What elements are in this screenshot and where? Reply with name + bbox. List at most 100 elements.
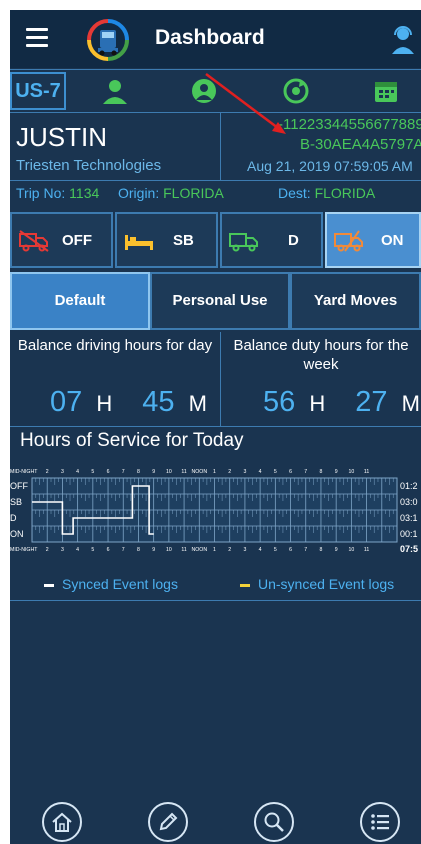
hour-label-bottom: 5 bbox=[274, 547, 277, 553]
hour-label-bottom: 3 bbox=[61, 547, 64, 553]
hour-label-bottom: 11 bbox=[181, 547, 186, 553]
duty-off-label: OFF bbox=[62, 232, 92, 249]
edit-button[interactable] bbox=[148, 802, 188, 842]
hour-label-bottom: 8 bbox=[320, 547, 323, 553]
divider bbox=[220, 112, 221, 180]
trip-label: Trip No: bbox=[16, 185, 66, 201]
duty-status-row: OFF SB D ON bbox=[10, 210, 421, 270]
trip-info: Trip No: 1134 Origin: FLORIDA Dest: FLOR… bbox=[10, 181, 421, 207]
synced-legend-label: Synced Event logs bbox=[62, 576, 178, 592]
dest-label: Dest: bbox=[278, 185, 311, 201]
hour-label-top: 8 bbox=[320, 469, 323, 475]
balance-duty: Balance duty hours for the week 56 H 27 … bbox=[221, 332, 421, 426]
hour-label-top: 10 bbox=[166, 469, 172, 475]
truck-on-duty-icon bbox=[334, 230, 363, 252]
hour-label-bottom: 10 bbox=[166, 547, 172, 553]
duty-on-label: ON bbox=[381, 232, 404, 249]
support-agent-icon[interactable] bbox=[390, 24, 416, 54]
hour-label-bottom: 9 bbox=[152, 547, 155, 553]
hour-label-top: 6 bbox=[107, 469, 110, 475]
row-label: ON bbox=[10, 529, 24, 539]
co-driver-icon[interactable] bbox=[190, 78, 218, 104]
hour-label-top: 11 bbox=[364, 469, 369, 475]
truck-driving-icon bbox=[229, 233, 258, 252]
total-hours: 07:5 bbox=[400, 544, 418, 554]
row-label: SB bbox=[10, 497, 22, 507]
hour-label-bottom: 8 bbox=[137, 547, 140, 553]
list-icon bbox=[371, 814, 389, 830]
device-id: -11223344556677889 bbox=[278, 116, 421, 133]
truck-off-icon bbox=[19, 230, 49, 252]
home-button[interactable] bbox=[42, 802, 82, 842]
unsynced-legend-swatch bbox=[240, 583, 250, 587]
hour-label-top: 3 bbox=[243, 469, 246, 475]
dashboard-screen: Dashboard US-7 JUSTIN Triesten Technolog… bbox=[10, 10, 421, 844]
hour-label-bottom: 6 bbox=[107, 547, 110, 553]
mode-personal-use-button[interactable]: Personal Use bbox=[150, 272, 290, 330]
hos-rule-button[interactable]: US-7 bbox=[10, 72, 66, 110]
hour-label-top: 6 bbox=[289, 469, 292, 475]
timestamp: Aug 21, 2019 07:59:05 AM bbox=[247, 158, 413, 174]
synced-legend-swatch bbox=[44, 583, 54, 587]
duty-off-button[interactable]: OFF bbox=[10, 212, 113, 268]
hos-legend: Synced Event logs Un-synced Event logs bbox=[10, 570, 421, 601]
unsynced-legend-label: Un-synced Event logs bbox=[258, 576, 395, 592]
row-total: 03:0 bbox=[400, 497, 418, 507]
trip-number: 1134 bbox=[69, 185, 100, 201]
duty-d-button[interactable]: D bbox=[220, 212, 323, 268]
calendar-icon[interactable] bbox=[372, 78, 400, 104]
hour-label-top: MID-NIGHT bbox=[10, 469, 38, 475]
balance-hours: Balance driving hours for day 07 H 45 M … bbox=[10, 332, 421, 427]
hour-label-bottom: 2 bbox=[228, 547, 231, 553]
bed-icon bbox=[125, 235, 153, 250]
driver-icon[interactable] bbox=[101, 78, 129, 104]
hour-label-bottom: 10 bbox=[348, 547, 354, 553]
balance-duty-value: 56 H 27 M bbox=[263, 386, 420, 419]
duty-d-label: D bbox=[288, 232, 299, 249]
hour-label-bottom: 11 bbox=[364, 547, 369, 553]
duty-sb-button[interactable]: SB bbox=[115, 212, 218, 268]
row-total: 01:2 bbox=[400, 481, 418, 491]
duty-minutes: 27 bbox=[355, 386, 388, 418]
edit-icon bbox=[159, 812, 178, 831]
hos-graph: MID-NIGHTMID-NIGHT2233445566778899101011… bbox=[10, 469, 418, 554]
hour-label-bottom: NOON bbox=[192, 547, 208, 553]
company-name: Triesten Technologies bbox=[16, 157, 162, 174]
hour-label-bottom: 4 bbox=[76, 547, 79, 553]
hour-label-bottom: 1 bbox=[213, 547, 216, 553]
hour-label-top: 4 bbox=[259, 469, 262, 475]
driving-minutes: 45 bbox=[142, 386, 175, 418]
row-total: 00:1 bbox=[400, 529, 418, 539]
hour-label-top: 2 bbox=[46, 469, 49, 475]
device-mac: B-30AEA4A5797A bbox=[300, 136, 421, 153]
hour-label-top: 9 bbox=[335, 469, 338, 475]
top-bar: Dashboard bbox=[10, 10, 421, 68]
minutes-unit: M bbox=[401, 391, 420, 416]
hour-label-top: NOON bbox=[192, 469, 208, 475]
hour-label-top: 8 bbox=[137, 469, 140, 475]
hour-label-bottom: 5 bbox=[91, 547, 94, 553]
dest-value: FLORIDA bbox=[314, 185, 376, 201]
balance-driving-label: Balance driving hours for day bbox=[17, 337, 213, 354]
hour-label-top: 5 bbox=[91, 469, 94, 475]
duty-hours: 56 bbox=[263, 386, 296, 418]
sync-icon[interactable] bbox=[282, 78, 310, 104]
hos-title: Hours of Service for Today bbox=[20, 430, 244, 451]
truck-logo-icon bbox=[87, 19, 129, 61]
duty-on-button[interactable]: ON bbox=[325, 212, 421, 268]
menu-list-button[interactable] bbox=[360, 802, 400, 842]
hour-label-top: 2 bbox=[228, 469, 231, 475]
duty-sb-label: SB bbox=[173, 232, 194, 249]
hour-label-top: 9 bbox=[152, 469, 155, 475]
search-button[interactable] bbox=[254, 802, 294, 842]
driver-name: JUSTIN bbox=[16, 122, 107, 152]
minutes-unit: M bbox=[188, 391, 207, 416]
mode-yard-moves-button[interactable]: Yard Moves bbox=[290, 272, 421, 330]
hour-label-top: 3 bbox=[61, 469, 64, 475]
hour-label-bottom: 7 bbox=[122, 547, 125, 553]
hour-label-top: 7 bbox=[304, 469, 307, 475]
mode-default-button[interactable]: Default bbox=[10, 272, 150, 330]
search-icon bbox=[264, 812, 284, 832]
hamburger-menu-icon[interactable] bbox=[26, 28, 48, 47]
hour-label-top: 7 bbox=[122, 469, 125, 475]
